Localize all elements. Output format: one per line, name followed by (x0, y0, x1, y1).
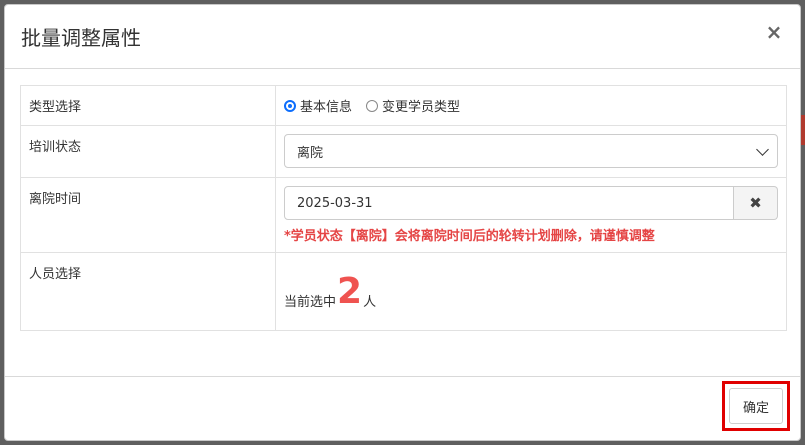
leave-time-row: 离院时间 ✖ *学员状态【离院】会将离院时间后的轮转计划删除，请谨慎调整 (20, 177, 787, 253)
radio-basic-info[interactable]: 基本信息 (284, 96, 352, 115)
people-label: 人员选择 (20, 252, 276, 331)
selected-suffix: 人 (363, 295, 377, 310)
radio-change-student-type-label: 变更学员类型 (382, 100, 461, 115)
type-radio-group: 基本信息 变更学员类型 (284, 96, 778, 115)
dialog-header: 批量调整属性 × (5, 5, 800, 69)
people-value-cell: 当前选中 2 人 (275, 252, 787, 331)
selected-count-number: 2 (337, 271, 363, 312)
radio-unchecked-icon[interactable] (366, 99, 379, 112)
selected-prefix: 当前选中 (284, 295, 337, 310)
leave-warning-text: *学员状态【离院】会将离院时间后的轮转计划删除，请谨慎调整 (284, 229, 655, 244)
background-edge (801, 115, 805, 145)
status-select-value: 离院 (297, 145, 324, 161)
close-icon: ✖ (749, 194, 762, 212)
confirm-button[interactable]: 确定 (729, 388, 783, 424)
form-table: 类型选择 基本信息 变更学员类型 培训状态 离院 离院时间 2025-03-31… (20, 85, 787, 331)
status-value-cell: 离院 (275, 125, 787, 178)
status-label: 培训状态 (20, 125, 276, 178)
leave-time-value-cell: ✖ *学员状态【离院】会将离院时间后的轮转计划删除，请谨慎调整 (275, 177, 787, 253)
radio-checked-icon[interactable] (284, 99, 296, 112)
status-row: 培训状态 离院 (20, 125, 787, 178)
radio-change-student-type[interactable]: 变更学员类型 (366, 96, 460, 115)
people-row: 人员选择 当前选中 2 人 (20, 252, 787, 331)
chevron-down-icon (756, 142, 769, 156)
close-button[interactable]: × (764, 21, 784, 43)
radio-basic-info-label: 基本信息 (300, 100, 353, 115)
batch-adjust-dialog: 批量调整属性 × 类型选择 基本信息 变更学员类型 培训状态 离院 离院时间 2… (4, 4, 801, 441)
dialog-footer (5, 376, 800, 440)
date-input-group: ✖ (284, 186, 778, 220)
type-label: 类型选择 (20, 85, 276, 126)
type-value-cell: 基本信息 变更学员类型 (275, 85, 787, 126)
leave-time-label: 离院时间 (20, 177, 276, 253)
selected-count: 当前选中 2 人 (284, 271, 377, 312)
status-select[interactable]: 离院 (284, 134, 778, 168)
clear-date-button[interactable]: ✖ (734, 186, 778, 220)
dialog-title: 批量调整属性 (21, 26, 141, 50)
type-row: 类型选择 基本信息 变更学员类型 (20, 85, 787, 126)
leave-date-input[interactable] (284, 186, 734, 220)
